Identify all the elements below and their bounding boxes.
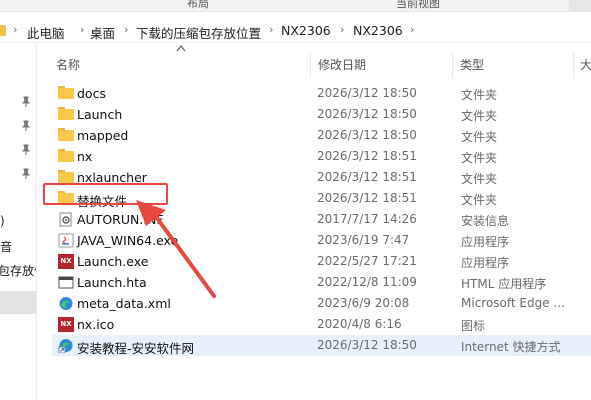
file-name: JAVA_WIN64.exe bbox=[77, 233, 179, 248]
file-date: 2026/3/12 18:50 bbox=[317, 338, 417, 352]
pin-icon[interactable] bbox=[20, 144, 32, 156]
column-divider[interactable] bbox=[573, 52, 574, 78]
file-name: nx.ico bbox=[77, 317, 115, 332]
file-type: 文件夹 bbox=[461, 130, 498, 144]
file-date: 2026/3/12 18:51 bbox=[317, 170, 417, 184]
file-type: 文件夹 bbox=[461, 172, 498, 186]
file-name: 安装教程-安安软件网 bbox=[77, 341, 195, 356]
file-date: 2026/3/12 18:51 bbox=[317, 191, 417, 205]
breadcrumb-download-folder[interactable]: 下载的压缩包存放位置 bbox=[136, 23, 261, 42]
file-row-install-tutorial[interactable]: 安装教程-安安软件网 2026/3/12 18:50 Internet 快捷方式 bbox=[52, 335, 591, 356]
nav-item-download-folder[interactable]: 包存放位 bbox=[0, 262, 36, 279]
pin-icon[interactable] bbox=[20, 168, 32, 180]
file-type: 应用程序 bbox=[461, 256, 510, 270]
file-date: 2026/3/12 18:51 bbox=[317, 149, 417, 163]
file-date: 2020/4/8 6:16 bbox=[317, 317, 402, 331]
file-row-autorun[interactable]: AUTORUN.INF 2017/7/17 14:26 安装信息 bbox=[52, 209, 591, 230]
file-date: 2022/5/27 17:21 bbox=[317, 254, 417, 268]
hta-window-icon bbox=[58, 276, 74, 289]
pin-icon[interactable] bbox=[20, 96, 32, 108]
file-name: Launch.exe bbox=[77, 254, 149, 269]
column-header-date[interactable]: 修改日期 bbox=[318, 56, 366, 73]
ribbon-tab-layout[interactable]: 布局 bbox=[187, 0, 209, 11]
file-name: Launch bbox=[77, 107, 123, 122]
chevron-right-icon[interactable]: › bbox=[124, 23, 128, 36]
file-row-java-win64[interactable]: JAVA_WIN64.exe 2023/6/19 7:47 应用程序 bbox=[52, 230, 591, 251]
chevron-right-icon[interactable]: › bbox=[410, 23, 414, 36]
file-row-launch-hta[interactable]: Launch.hta 2022/12/8 11:09 HTML 应用程序 bbox=[52, 272, 591, 293]
window-close-button[interactable] bbox=[569, 0, 591, 11]
folder-icon bbox=[58, 107, 74, 122]
edge-icon bbox=[59, 297, 73, 310]
file-type: 安装信息 bbox=[461, 214, 510, 228]
column-header-type[interactable]: 类型 bbox=[460, 56, 484, 73]
nav-item-fragment[interactable]: 音 bbox=[0, 238, 12, 255]
settings-file-icon bbox=[59, 212, 72, 227]
breadcrumb-nx2306-parent[interactable]: NX2306 bbox=[281, 23, 331, 38]
nav-item-selected[interactable] bbox=[0, 291, 36, 314]
file-row-meta-data-xml[interactable]: meta_data.xml 2023/6/9 20:08 Microsoft E… bbox=[52, 293, 591, 314]
file-name: AUTORUN.INF bbox=[77, 212, 164, 227]
column-header-size[interactable]: 大 bbox=[580, 56, 591, 73]
nav-item-fragment[interactable]: ) bbox=[0, 214, 5, 228]
chevron-right-icon[interactable]: › bbox=[80, 23, 84, 36]
file-type: 图标 bbox=[461, 319, 486, 333]
file-type: 应用程序 bbox=[461, 235, 510, 249]
folder-icon bbox=[58, 128, 74, 143]
column-divider[interactable] bbox=[452, 52, 453, 78]
file-name: Launch.hta bbox=[77, 275, 147, 290]
annotation-highlight-box bbox=[43, 183, 168, 205]
breadcrumb-nx2306-current[interactable]: NX2306 bbox=[353, 23, 403, 38]
file-type: 文件夹 bbox=[461, 193, 498, 207]
navigation-pane: ) 音 包存放位 bbox=[0, 44, 37, 400]
pin-icon[interactable] bbox=[20, 120, 32, 132]
file-name: docs bbox=[77, 86, 106, 101]
file-type: 文件夹 bbox=[461, 109, 498, 123]
java-icon bbox=[58, 233, 74, 248]
ribbon-strip: 布局 当前视图 bbox=[0, 0, 591, 12]
file-row-mapped[interactable]: mapped 2026/3/12 18:50 文件夹 bbox=[52, 125, 591, 146]
folder-icon bbox=[58, 149, 74, 164]
file-type: Internet 快捷方式 bbox=[461, 340, 561, 354]
file-date: 2022/12/8 11:09 bbox=[317, 275, 417, 289]
file-row-launch[interactable]: Launch 2026/3/12 18:50 文件夹 bbox=[52, 104, 591, 125]
file-date: 2023/6/19 7:47 bbox=[317, 233, 410, 247]
file-type: HTML 应用程序 bbox=[461, 277, 547, 291]
file-name: meta_data.xml bbox=[77, 296, 171, 311]
address-bar[interactable]: › 此电脑 › 桌面 › 下载的压缩包存放位置 › NX2306 › NX230… bbox=[0, 19, 591, 43]
nx-icon: NX bbox=[58, 254, 74, 269]
file-type: 文件夹 bbox=[461, 88, 498, 102]
file-name: mapped bbox=[77, 128, 129, 143]
internet-shortcut-icon bbox=[58, 339, 73, 353]
breadcrumb-this-pc[interactable]: 此电脑 bbox=[27, 23, 65, 42]
chevron-right-icon[interactable]: › bbox=[269, 23, 273, 36]
file-name: nx bbox=[77, 149, 93, 164]
breadcrumb-desktop[interactable]: 桌面 bbox=[90, 23, 115, 42]
ribbon-tab-current-view[interactable]: 当前视图 bbox=[396, 0, 440, 11]
sort-ascending-icon bbox=[176, 45, 186, 52]
file-date: 2026/3/12 18:50 bbox=[317, 86, 417, 100]
file-row-launch-exe[interactable]: NX Launch.exe 2022/5/27 17:21 应用程序 bbox=[52, 251, 591, 272]
file-date: 2026/3/12 18:50 bbox=[317, 128, 417, 142]
nx-icon: NX bbox=[58, 317, 74, 332]
file-date: 2026/3/12 18:50 bbox=[317, 107, 417, 121]
folder-icon bbox=[0, 25, 6, 36]
column-divider[interactable] bbox=[310, 52, 311, 78]
chevron-right-icon[interactable]: › bbox=[340, 23, 344, 36]
folder-icon bbox=[58, 86, 74, 101]
file-row-nx[interactable]: nx 2026/3/12 18:51 文件夹 bbox=[52, 146, 591, 167]
file-row-docs[interactable]: docs 2026/3/12 18:50 文件夹 bbox=[52, 83, 591, 104]
file-date: 2017/7/17 14:26 bbox=[317, 212, 417, 226]
file-type: Microsoft Edge ... bbox=[461, 296, 565, 310]
chevron-right-icon[interactable]: › bbox=[13, 23, 17, 36]
file-type: 文件夹 bbox=[461, 151, 498, 165]
file-row-nx-ico[interactable]: NX nx.ico 2020/4/8 6:16 图标 bbox=[52, 314, 591, 335]
file-date: 2023/6/9 20:08 bbox=[317, 296, 410, 310]
column-header-name[interactable]: 名称 bbox=[56, 56, 80, 73]
